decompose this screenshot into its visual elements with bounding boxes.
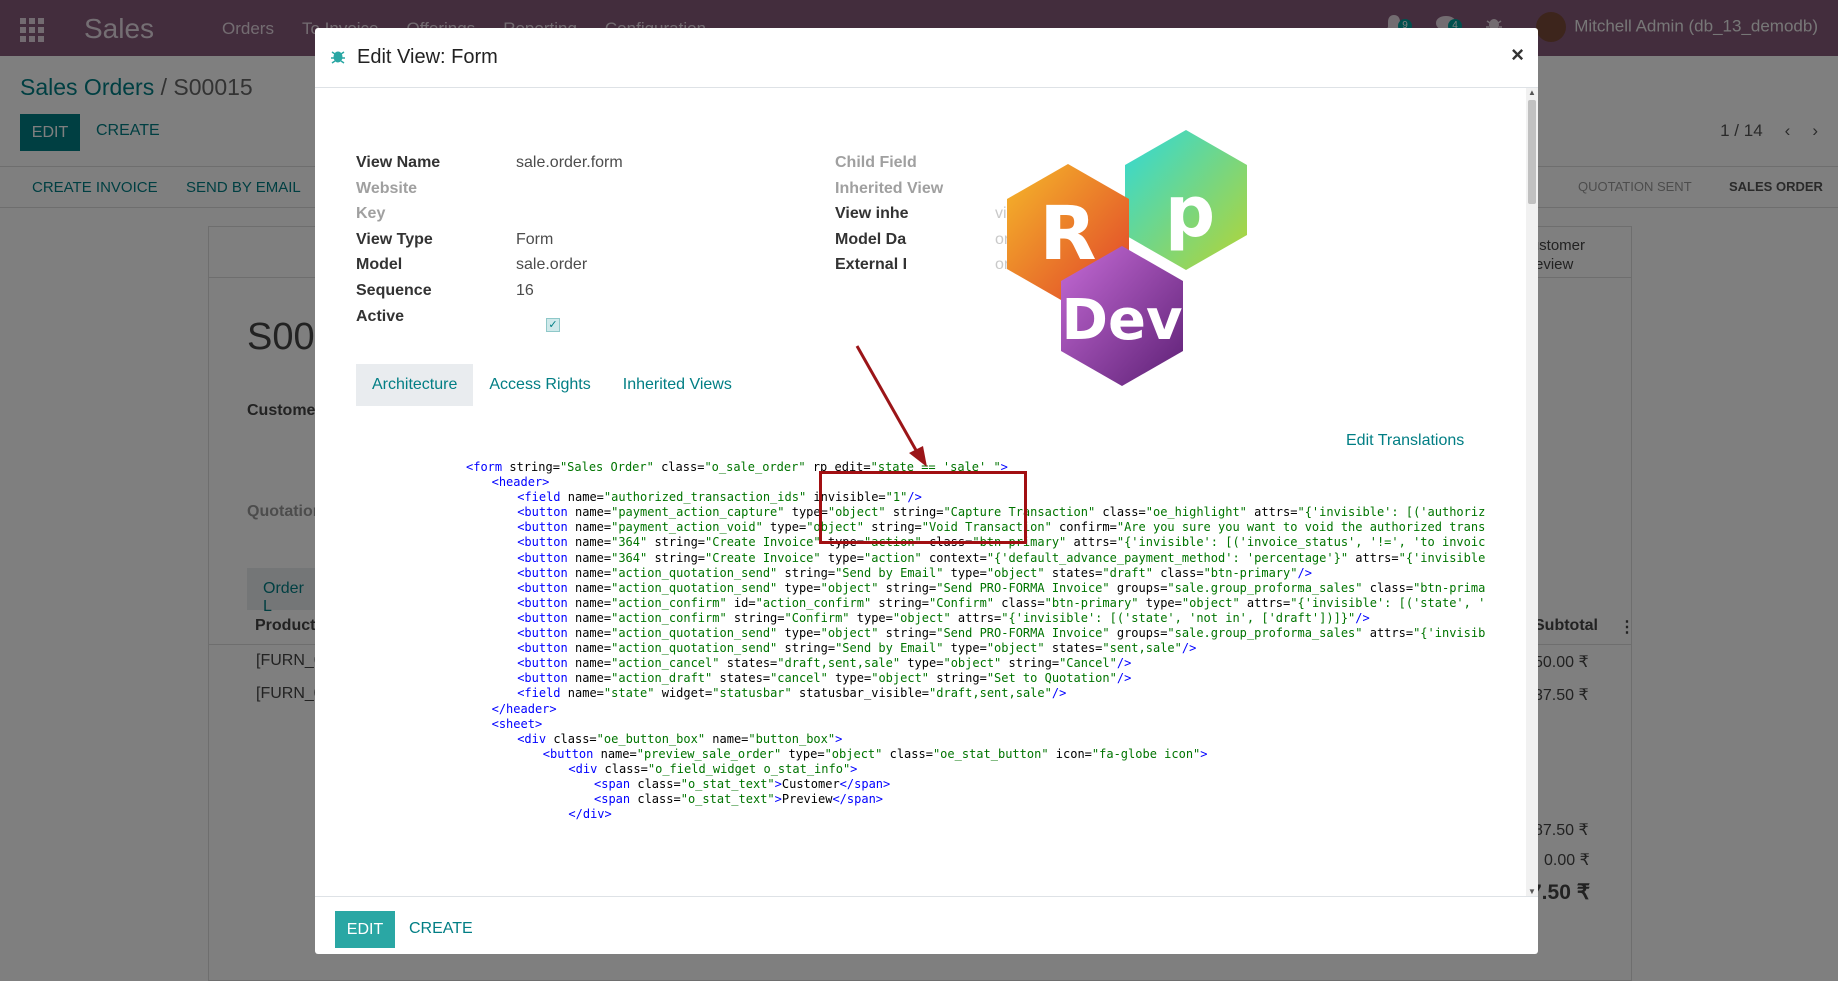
code-line: <field name="state" widget="statusbar" s…: [517, 686, 1067, 701]
field-right-label-2: View inhe: [835, 205, 909, 223]
field-value-5[interactable]: 16: [516, 282, 534, 300]
footer-create-button[interactable]: CREATE: [409, 920, 473, 938]
field-right-label-1: Inherited View: [835, 179, 944, 197]
field-label-1: Website: [356, 179, 418, 197]
field-label-4: Model: [356, 256, 403, 274]
field-label-3: View Type: [356, 230, 433, 248]
field-label-2: Key: [356, 205, 386, 223]
logo-letter-r: R: [1040, 191, 1097, 277]
tab-architecture[interactable]: Architecture: [356, 364, 474, 406]
dialog-footer: EDIT CREATE: [315, 896, 1538, 954]
field-right-label-4: External I: [835, 256, 908, 274]
scroll-down-icon[interactable]: ▼: [1528, 887, 1536, 896]
footer-edit-button[interactable]: EDIT: [335, 911, 395, 948]
code-line: <button name="action_quotation_send" typ…: [517, 626, 1486, 641]
field-value-0[interactable]: sale.order.form: [516, 154, 623, 172]
highlight-box: [819, 471, 1027, 544]
code-line: </header>: [491, 701, 557, 716]
field-label-6: Active: [356, 307, 405, 325]
rpdev-logo: R p Dev: [1007, 130, 1247, 386]
active-checkbox[interactable]: ✓: [546, 318, 560, 332]
code-line: <div class="oe_button_box" name="button_…: [517, 731, 843, 746]
code-line: </div>: [568, 807, 612, 822]
close-icon[interactable]: ×: [1511, 42, 1524, 68]
dialog-scrollbar[interactable]: ▲ ▼: [1526, 88, 1538, 896]
logo-letters-dev: Dev: [1062, 288, 1183, 353]
bug-icon: [331, 48, 345, 69]
field-label-5: Sequence: [356, 282, 432, 299]
dialog-title: Edit View: Form: [357, 46, 498, 68]
notebook-tabs: Architecture Access Rights Inherited Vie…: [356, 364, 748, 406]
tab-inherited-views[interactable]: Inherited Views: [607, 364, 748, 406]
scroll-up-icon[interactable]: ▲: [1528, 88, 1536, 97]
logo-letter-p: p: [1165, 171, 1215, 253]
code-line: <button name="preview_sale_order" type="…: [542, 746, 1208, 761]
field-value-3[interactable]: Form: [516, 231, 553, 249]
code-line: <span class="o_stat_text">Preview</span>: [594, 792, 884, 807]
code-line: <button name="action_draft" states="canc…: [517, 671, 1132, 686]
dialog-header: Edit View: Form ×: [315, 28, 1538, 88]
field-label-0: View Name: [356, 154, 441, 171]
field-right-label-3: Model Da: [835, 230, 907, 248]
code-line: <div class="o_field_widget o_stat_info">: [568, 761, 858, 776]
field-value-4[interactable]: sale.order: [516, 256, 587, 274]
tab-access-rights[interactable]: Access Rights: [473, 364, 606, 406]
edit-view-dialog: Edit View: Form × View Name sale.order.fo…: [315, 28, 1538, 954]
code-line: <button name="action_quotation_send" str…: [517, 565, 1312, 580]
edit-translations-link[interactable]: Edit Translations: [1346, 432, 1464, 450]
code-line: <button name="action_cancel" states="dra…: [517, 656, 1132, 671]
code-line: <span class="o_stat_text">Customer</span…: [594, 776, 891, 791]
code-line: <button name="action_quotation_send" typ…: [517, 580, 1486, 595]
scrollbar-thumb[interactable]: [1528, 100, 1536, 204]
code-line: <button name="action_quotation_send" str…: [517, 641, 1197, 656]
code-line: <sheet>: [491, 716, 543, 731]
field-right-label-0: Child Field: [835, 154, 917, 171]
code-line: <button name="action_confirm" string="Co…: [517, 610, 1370, 625]
code-line: <button name="action_confirm" id="action…: [517, 595, 1486, 610]
code-line: <button name="364" string="Create Invoic…: [517, 550, 1486, 565]
